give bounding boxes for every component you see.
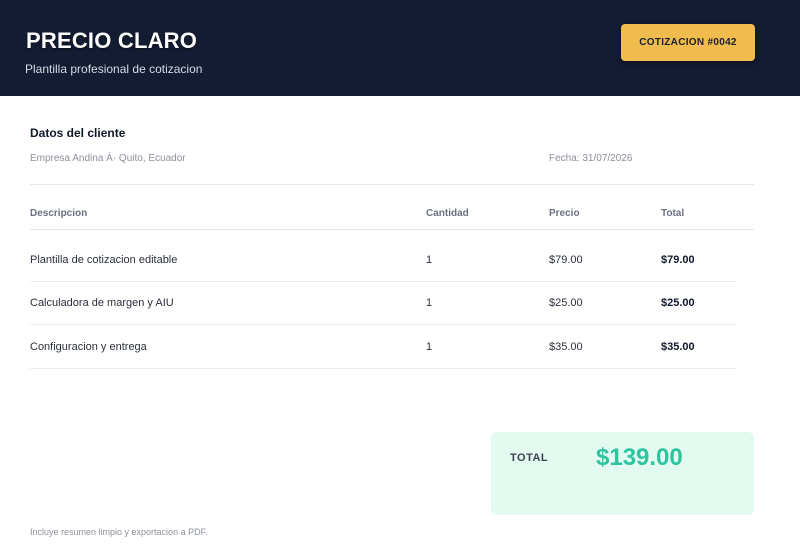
item-total: $35.00 [661, 341, 695, 353]
brand-title: PRECIO CLARO [26, 28, 198, 53]
brand-subtitle: Plantilla profesional de cotizacion [25, 62, 203, 76]
quote-date: Fecha: 31/07/2026 [549, 153, 633, 164]
table-header-divider [30, 229, 754, 230]
item-total: $79.00 [661, 254, 695, 266]
footer-note: Incluye resumen limpio y exportacion a P… [30, 527, 208, 537]
item-description: Plantilla de cotizacion editable [30, 254, 178, 266]
item-price: $25.00 [549, 297, 583, 309]
total-label: TOTAL [510, 452, 549, 464]
item-price: $79.00 [549, 254, 583, 266]
item-price: $35.00 [549, 341, 583, 353]
item-total: $25.00 [661, 297, 695, 309]
item-quantity: 1 [426, 297, 433, 309]
column-header-description: Descripcion [30, 208, 88, 219]
divider [30, 184, 754, 185]
table-row: Calculadora de margen y AIU 1 $25.00 $25… [0, 281, 800, 325]
column-header-price: Precio [549, 208, 580, 219]
total-summary-box: TOTAL $139.00 [491, 432, 754, 515]
item-quantity: 1 [426, 341, 433, 353]
client-section-heading: Datos del cliente [30, 126, 126, 140]
column-header-total: Total [661, 208, 685, 219]
item-description: Configuracion y entrega [30, 341, 147, 353]
quote-number-badge: COTIZACION #0042 [621, 24, 755, 61]
row-divider [30, 368, 736, 369]
item-description: Calculadora de margen y AIU [30, 297, 174, 309]
client-info: Empresa Andina Á· Quito, Ecuador [30, 153, 186, 164]
table-row: Configuracion y entrega 1 $35.00 $35.00 [0, 325, 800, 369]
header: PRECIO CLARO Plantilla profesional de co… [0, 0, 800, 96]
column-header-quantity: Cantidad [426, 208, 469, 219]
total-amount: $139.00 [596, 444, 683, 471]
item-quantity: 1 [426, 254, 433, 266]
table-row: Plantilla de cotizacion editable 1 $79.0… [0, 238, 800, 282]
